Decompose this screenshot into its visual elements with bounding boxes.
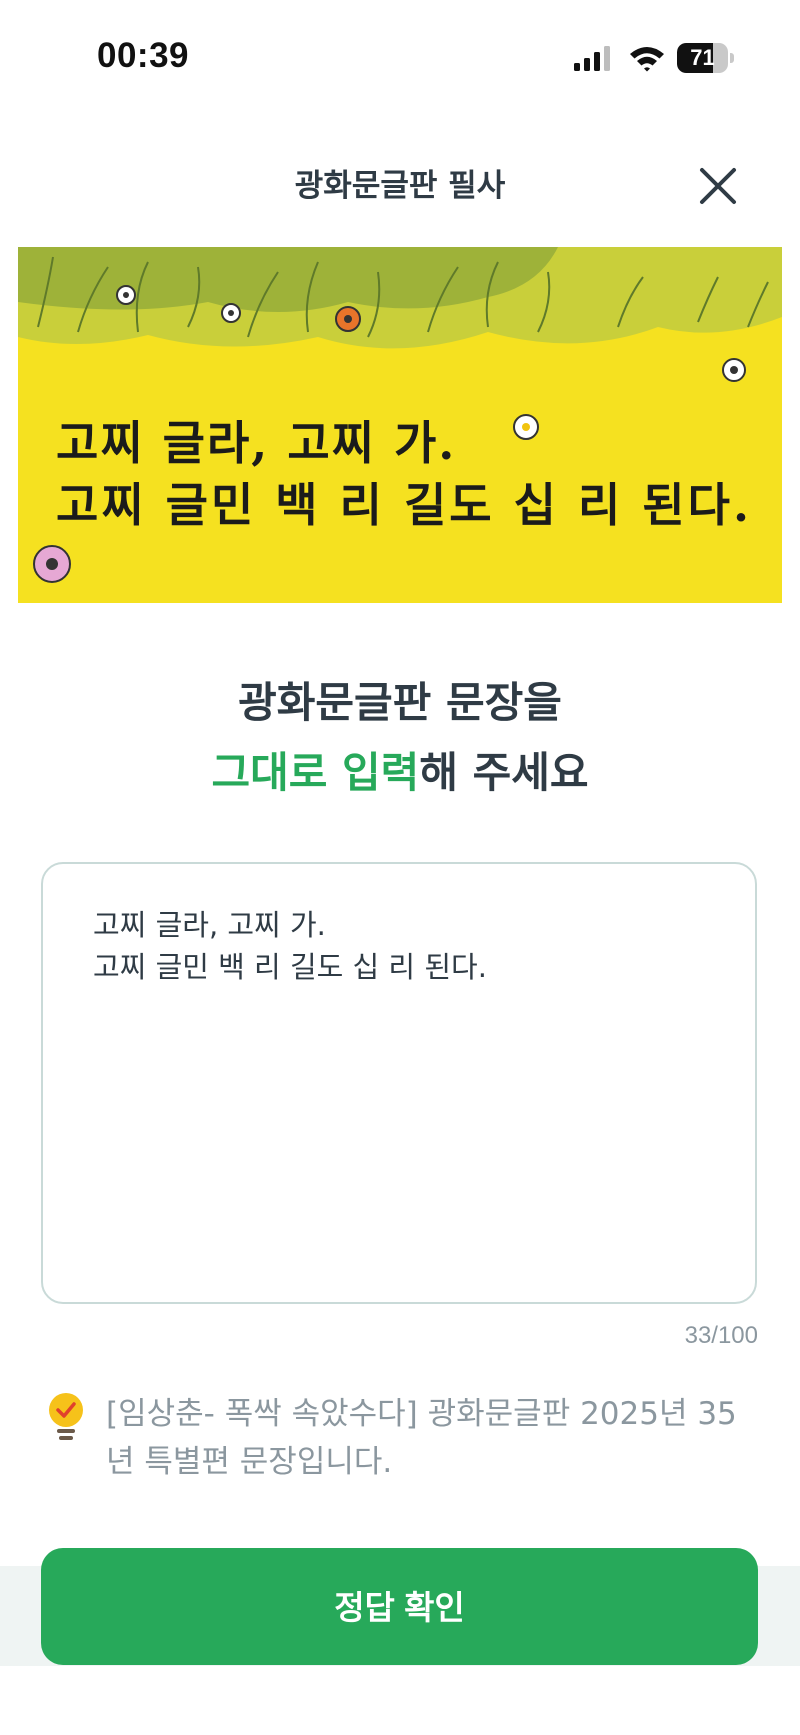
banner-image: 고찌 글라, 고찌 가. 고찌 글민 백 리 길도 십 리 된다. [18,247,782,603]
hint-text: [임상춘- 폭싹 속았수다] 광화문글판 2025년 35년 특별편 문장입니다… [106,1396,737,1480]
status-time: 00:39 [97,36,190,75]
instruction-highlight: 그대로 입력 [211,748,420,797]
character-counter: 33/100 [684,1322,758,1349]
answer-input-value[interactable]: 고찌 글라, 고찌 가. 고찌 글민 백 리 길도 십 리 된다. [93,904,713,988]
wifi-icon [630,47,664,72]
banner-text-line-1: 고찌 글라, 고찌 가. [56,416,457,470]
instruction-heading: 광화문글판 문장을 그대로 입력해 주세요 [0,668,800,808]
instruction-line-2: 그대로 입력해 주세요 [0,738,800,808]
battery-icon: 71 [677,43,735,73]
instruction-suffix: 해 주세요 [419,748,589,797]
banner-text-line-2: 고찌 글민 백 리 길도 십 리 된다. [56,478,752,532]
confirm-answer-button[interactable]: 정답 확인 [41,1548,758,1665]
status-bar: 00:39 71 [0,0,800,120]
instruction-line-1: 광화문글판 문장을 [238,678,562,727]
lightbulb-icon [49,1393,83,1440]
answer-input[interactable]: 고찌 글라, 고찌 가. 고찌 글민 백 리 길도 십 리 된다. [41,862,757,1304]
page-title: 광화문글판 필사 [294,168,506,204]
battery-level: 71 [690,45,715,70]
close-icon[interactable] [690,158,746,214]
cellular-signal-icon [574,46,610,71]
